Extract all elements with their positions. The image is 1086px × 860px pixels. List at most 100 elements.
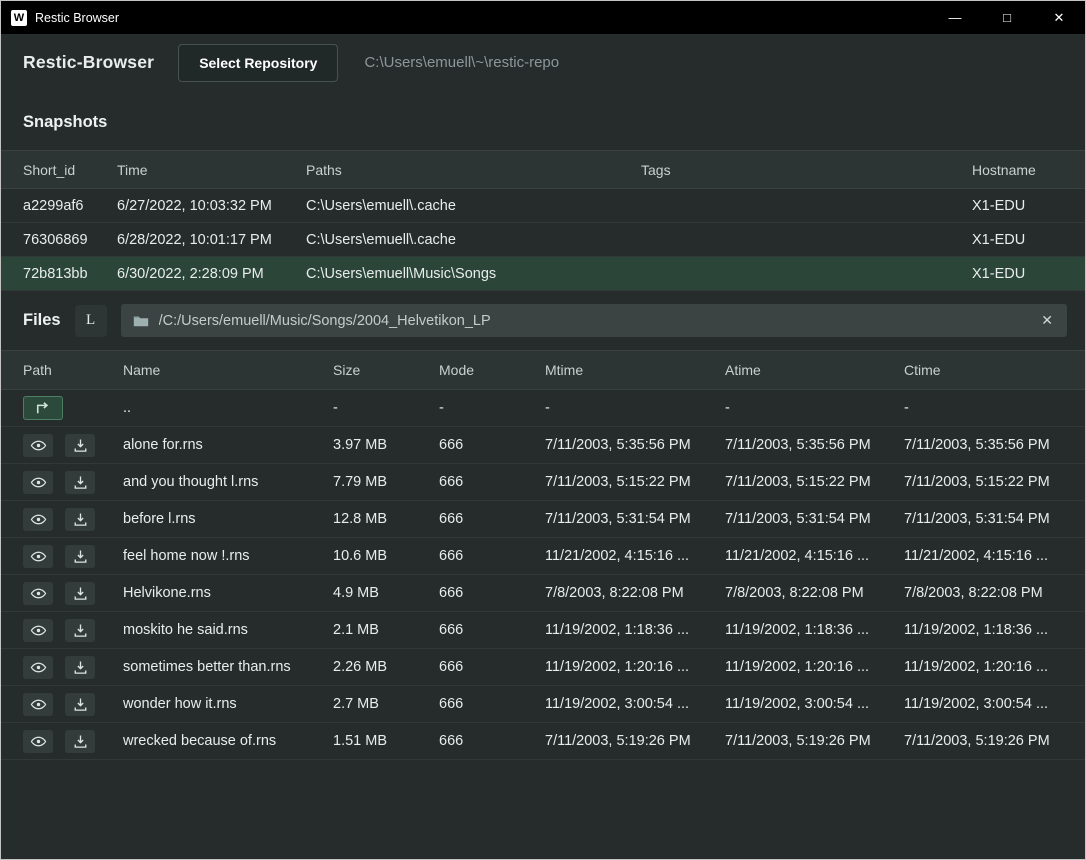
file-mode: 666 (439, 622, 545, 638)
file-size: 2.7 MB (333, 696, 439, 712)
file-atime: 11/19/2002, 1:18:36 ... (725, 622, 904, 638)
file-row[interactable]: Helvikone.rns 4.9 MB 666 7/8/2003, 8:22:… (1, 575, 1085, 612)
snapshot-row[interactable]: 76306869 6/28/2022, 10:01:17 PM C:\Users… (1, 223, 1085, 257)
file-size: 12.8 MB (333, 511, 439, 527)
eye-icon (30, 439, 47, 452)
download-file-button[interactable] (65, 656, 95, 679)
preview-file-button[interactable] (23, 693, 53, 716)
preview-file-button[interactable] (23, 508, 53, 531)
file-mode: 666 (439, 511, 545, 527)
preview-file-button[interactable] (23, 434, 53, 457)
file-name: Helvikone.rns (123, 585, 333, 601)
list-mode-button[interactable]: L (75, 305, 107, 337)
preview-file-button[interactable] (23, 545, 53, 568)
file-size: 2.1 MB (333, 622, 439, 638)
file-atime: 11/19/2002, 3:00:54 ... (725, 696, 904, 712)
col-header-short-id: Short_id (23, 162, 117, 178)
preview-file-button[interactable] (23, 471, 53, 494)
file-size: 4.9 MB (333, 585, 439, 601)
snapshot-time: 6/30/2022, 2:28:09 PM (117, 266, 306, 282)
eye-icon (30, 735, 47, 748)
file-mtime: 11/19/2002, 1:18:36 ... (545, 622, 725, 638)
snapshot-hostname: X1-EDU (972, 232, 1063, 248)
download-file-button[interactable] (65, 582, 95, 605)
snapshot-short-id: 76306869 (23, 232, 117, 248)
file-atime: - (725, 400, 904, 416)
file-atime: 7/11/2003, 5:35:56 PM (725, 437, 904, 453)
app-logo-icon: W (11, 10, 27, 26)
file-mode: 666 (439, 474, 545, 490)
preview-file-button[interactable] (23, 619, 53, 642)
snapshot-paths: C:\Users\emuell\.cache (306, 232, 641, 248)
file-ctime: 11/21/2002, 4:15:16 ... (904, 548, 1063, 564)
snapshot-row[interactable]: a2299af6 6/27/2022, 10:03:32 PM C:\Users… (1, 189, 1085, 223)
download-file-button[interactable] (65, 434, 95, 457)
eye-icon (30, 698, 47, 711)
window-title: Restic Browser (35, 11, 119, 25)
preview-file-button[interactable] (23, 656, 53, 679)
file-name: sometimes better than.rns (123, 659, 333, 675)
file-row[interactable]: feel home now !.rns 10.6 MB 666 11/21/20… (1, 538, 1085, 575)
download-file-button[interactable] (65, 619, 95, 642)
eye-icon (30, 513, 47, 526)
file-ctime: 7/11/2003, 5:15:22 PM (904, 474, 1063, 490)
minimize-button[interactable]: — (929, 1, 981, 34)
eye-icon (30, 476, 47, 489)
download-icon (73, 660, 88, 675)
file-row[interactable]: moskito he said.rns 2.1 MB 666 11/19/200… (1, 612, 1085, 649)
file-name: feel home now !.rns (123, 548, 333, 564)
file-row[interactable]: and you thought l.rns 7.79 MB 666 7/11/2… (1, 464, 1085, 501)
download-file-button[interactable] (65, 508, 95, 531)
go-up-directory-button[interactable] (23, 396, 63, 420)
path-breadcrumb-field[interactable]: /C:/Users/emuell/Music/Songs/2004_Helvet… (121, 304, 1067, 337)
clear-path-icon[interactable]: ✕ (1039, 312, 1055, 329)
file-name: wonder how it.rns (123, 696, 333, 712)
repository-path-field[interactable] (362, 53, 1063, 72)
select-repository-button[interactable]: Select Repository (178, 44, 338, 82)
file-atime: 7/11/2003, 5:15:22 PM (725, 474, 904, 490)
file-row-parent[interactable]: .. - - - - - (1, 390, 1085, 427)
file-row[interactable]: wrecked because of.rns 1.51 MB 666 7/11/… (1, 723, 1085, 760)
file-row[interactable]: wonder how it.rns 2.7 MB 666 11/19/2002,… (1, 686, 1085, 723)
file-ctime: - (904, 400, 1063, 416)
file-row[interactable]: alone for.rns 3.97 MB 666 7/11/2003, 5:3… (1, 427, 1085, 464)
file-ctime: 7/8/2003, 8:22:08 PM (904, 585, 1063, 601)
download-icon (73, 697, 88, 712)
snapshot-time: 6/28/2022, 10:01:17 PM (117, 232, 306, 248)
file-mtime: 7/11/2003, 5:35:56 PM (545, 437, 725, 453)
close-button[interactable]: ✕ (1033, 1, 1085, 34)
download-file-button[interactable] (65, 730, 95, 753)
col-header-hostname: Hostname (972, 162, 1063, 178)
snapshot-hostname: X1-EDU (972, 198, 1063, 214)
download-icon (73, 512, 88, 527)
file-row[interactable]: sometimes better than.rns 2.26 MB 666 11… (1, 649, 1085, 686)
file-size: - (333, 400, 439, 416)
snapshot-short-id: 72b813bb (23, 266, 117, 282)
download-file-button[interactable] (65, 693, 95, 716)
current-path: /C:/Users/emuell/Music/Songs/2004_Helvet… (159, 313, 1030, 329)
file-ctime: 11/19/2002, 1:18:36 ... (904, 622, 1063, 638)
snapshot-row-selected[interactable]: 72b813bb 6/30/2022, 2:28:09 PM C:\Users\… (1, 257, 1085, 291)
preview-file-button[interactable] (23, 582, 53, 605)
file-mode: - (439, 400, 545, 416)
col-header-paths: Paths (306, 162, 641, 178)
eye-icon (30, 661, 47, 674)
file-ctime: 11/19/2002, 1:20:16 ... (904, 659, 1063, 675)
return-up-icon (34, 401, 52, 415)
download-file-button[interactable] (65, 471, 95, 494)
snapshot-paths: C:\Users\emuell\.cache (306, 198, 641, 214)
download-icon (73, 475, 88, 490)
col-header-path: Path (23, 362, 123, 378)
download-file-button[interactable] (65, 545, 95, 568)
col-header-tags: Tags (641, 162, 972, 178)
file-ctime: 7/11/2003, 5:31:54 PM (904, 511, 1063, 527)
snapshots-table-header: Short_id Time Paths Tags Hostname (1, 150, 1085, 189)
file-row[interactable]: before l.rns 12.8 MB 666 7/11/2003, 5:31… (1, 501, 1085, 538)
file-mode: 666 (439, 733, 545, 749)
folder-icon (133, 314, 149, 328)
file-atime: 11/19/2002, 1:20:16 ... (725, 659, 904, 675)
app-title: Restic-Browser (23, 52, 154, 73)
maximize-button[interactable]: □ (981, 1, 1033, 34)
col-header-size: Size (333, 362, 439, 378)
preview-file-button[interactable] (23, 730, 53, 753)
